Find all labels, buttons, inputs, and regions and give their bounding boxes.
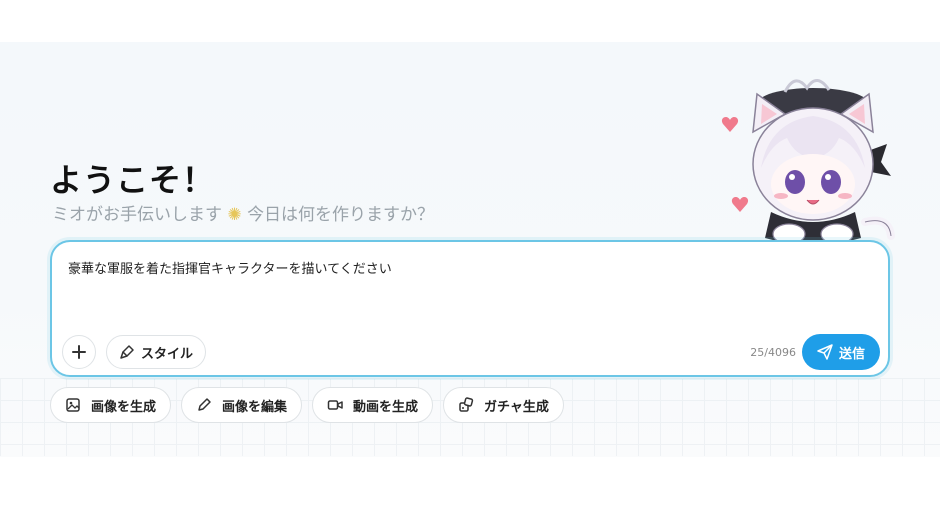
video-camera-icon <box>327 397 343 413</box>
gacha-generate-label: ガチャ生成 <box>484 399 549 415</box>
generate-image-label: 画像を生成 <box>91 399 157 415</box>
page-subtitle: ミオがお手伝いします ✺ 今日は何を作りますか？ <box>52 200 434 225</box>
send-button[interactable]: 送信 <box>802 334 880 370</box>
dice-icon <box>458 397 474 413</box>
paper-plane-icon <box>817 344 833 360</box>
mascot-icon <box>721 79 895 245</box>
brush-icon <box>119 344 135 360</box>
send-button-label: 送信 <box>838 346 865 362</box>
subtitle-text-1: ミオがお手伝いします <box>52 205 222 225</box>
generate-video-button[interactable]: 動画を生成 <box>312 387 434 423</box>
style-button-label: スタイル <box>141 346 194 362</box>
edit-image-button[interactable]: 画像を編集 <box>181 387 303 423</box>
plus-icon <box>71 344 87 360</box>
character-counter: 25/4096 <box>750 346 796 359</box>
style-button[interactable]: スタイル <box>106 335 207 369</box>
pencil-icon <box>196 397 212 413</box>
subtitle-text-2: 今日は何を作りますか？ <box>247 205 435 225</box>
edit-image-label: 画像を編集 <box>222 399 288 415</box>
add-button[interactable] <box>62 335 96 369</box>
image-icon <box>65 397 81 413</box>
gacha-generate-button[interactable]: ガチャ生成 <box>443 387 564 423</box>
generate-image-button[interactable]: 画像を生成 <box>50 387 172 423</box>
generate-video-label: 動画を生成 <box>353 399 419 415</box>
page-title: ようこそ！ <box>50 161 216 199</box>
prompt-composer[interactable]: 豪華な軍服を着た指揮官キャラクターを描いてください スタイル 25/4096 送… <box>50 240 890 377</box>
quick-actions: 画像を生成 画像を編集 動画を生成 ガチャ生成 <box>50 387 564 423</box>
sparkle-icon: ✺ <box>227 205 242 225</box>
prompt-input[interactable]: 豪華な軍服を着た指揮官キャラクターを描いてください <box>68 258 392 277</box>
